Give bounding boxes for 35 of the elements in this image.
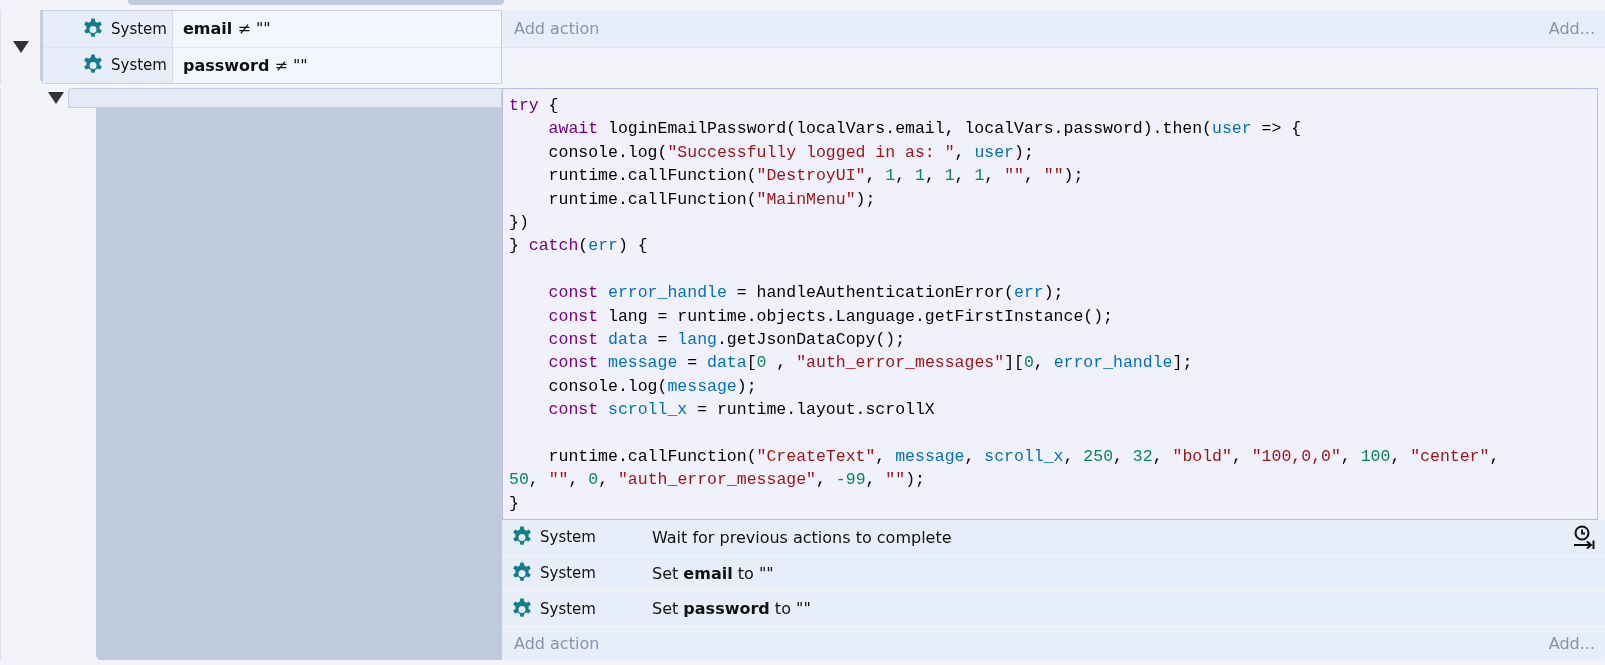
action-text: Set email to "" [652,563,775,583]
action-row[interactable]: System Set password to "" [502,591,1605,628]
code-line: console.log("Successfully logged in as: ", user); [547,141,1035,164]
action-text: Set password to "" [652,599,812,619]
script-editor[interactable] [502,88,1598,521]
action-row[interactable]: System Set email to "" [502,555,1605,592]
code-line: runtime.callFunction("DestroyUI", 1, 1, 1, 1, "", ""); [547,165,1085,188]
code-line: }) [509,211,530,234]
condition-text[interactable]: password ≠ "" [173,47,308,83]
code-line: console.log(message); [547,375,758,398]
code-line: const lang = runtime.objects.Language.getFirstInstance(); [547,305,1114,328]
object-name: System [540,528,596,547]
object-name: System [111,56,167,75]
code-line: try { [509,95,560,117]
code-line: } [509,492,520,515]
code-line: const error_handle = handleAuthenticationError(err); [547,282,1065,305]
collapse-triangle-icon[interactable] [48,92,64,104]
object-cell[interactable]: System [43,11,173,47]
collapse-triangle-icon[interactable] [12,41,29,53]
object-name: System [111,19,167,38]
code-line: 50, "", 0, "auth_error_message", -99, ""); [509,469,926,492]
action-text: Wait for previous actions to complete [652,527,953,547]
code-line: const data = lang.getJsonDataCopy(); [547,328,907,351]
object-name: System [540,564,596,583]
action-row[interactable]: System Wait for previous actions to complete [502,520,1605,556]
object-name: System [540,599,596,618]
code-line: } catch(err) { [509,235,649,258]
object-cell[interactable]: System [43,47,173,83]
code-line: runtime.callFunction("MainMenu"); [547,188,877,211]
code-line: await loginEmailPassword(localVars.email, localVars.password).then(user => { [547,118,1303,141]
condition-text[interactable]: email ≠ "" [173,11,271,47]
condition-block[interactable]: System email ≠ "" System password ≠ "" [40,10,502,84]
code-line: runtime.callFunction("CreateText", message, scroll_x, 250, 32, "bold", "100,0,0", 100, "center", [547,445,1501,468]
code-line: const message = data[0 , "auth_error_messages"][0, error_handle]; [547,352,1194,375]
code-line: const scroll_x = runtime.layout.scrollX [547,399,936,422]
